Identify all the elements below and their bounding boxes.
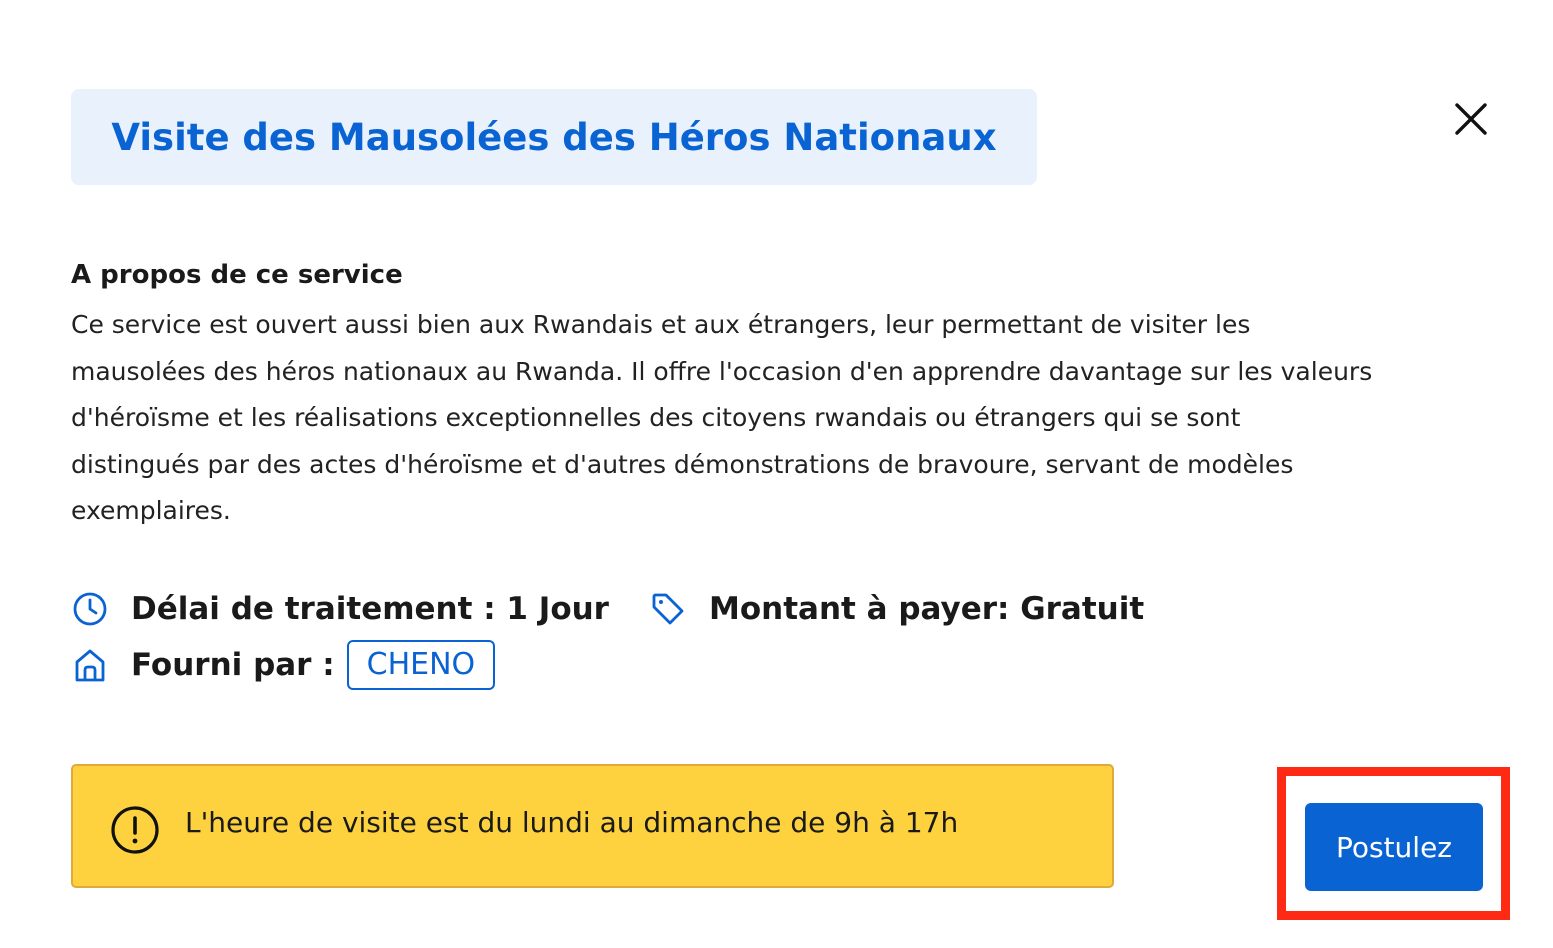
about-line: Ce service est ouvert aussi bien aux Rwa… bbox=[71, 310, 1251, 339]
about-line: exemplaires. bbox=[71, 496, 231, 525]
processing-time: Délai de traitement : 1 Jour bbox=[131, 591, 609, 627]
close-icon bbox=[1455, 103, 1487, 135]
meta-row-processing: Délai de traitement : 1 Jour Montant à p… bbox=[71, 590, 1144, 628]
visiting-hours-alert: L'heure de visite est du lundi au dimanc… bbox=[71, 764, 1114, 888]
about-description: Ce service est ouvert aussi bien aux Rwa… bbox=[71, 302, 1491, 535]
clock-icon bbox=[71, 590, 109, 628]
apply-button[interactable]: Postulez bbox=[1305, 803, 1483, 891]
service-dialog: Visite des Mausolées des Héros Nationaux… bbox=[0, 0, 1553, 948]
home-icon bbox=[71, 646, 109, 684]
about-line: mausolées des héros nationaux au Rwanda.… bbox=[71, 356, 1373, 386]
tag-icon bbox=[649, 590, 687, 628]
provider-label: Fourni par : bbox=[131, 647, 335, 683]
about-heading: A propos de ce service bbox=[71, 260, 403, 290]
amount-to-pay: Montant à payer: Gratuit bbox=[708, 591, 1145, 627]
about-line: d'héroïsme et les réalisations exception… bbox=[71, 403, 1241, 432]
exclamation-circle-icon bbox=[109, 804, 161, 856]
about-line: distingués par des actes d'héroïsme et d… bbox=[71, 449, 1294, 479]
provider-badge[interactable]: CHENO bbox=[346, 640, 496, 690]
meta-row-provider: Fourni par : CHENO bbox=[71, 640, 496, 690]
dialog-title: Visite des Mausolées des Héros Nationaux bbox=[111, 115, 997, 159]
close-button[interactable] bbox=[1449, 97, 1493, 141]
title-banner: Visite des Mausolées des Héros Nationaux bbox=[71, 89, 1037, 185]
alert-text: L'heure de visite est du lundi au dimanc… bbox=[185, 806, 959, 839]
